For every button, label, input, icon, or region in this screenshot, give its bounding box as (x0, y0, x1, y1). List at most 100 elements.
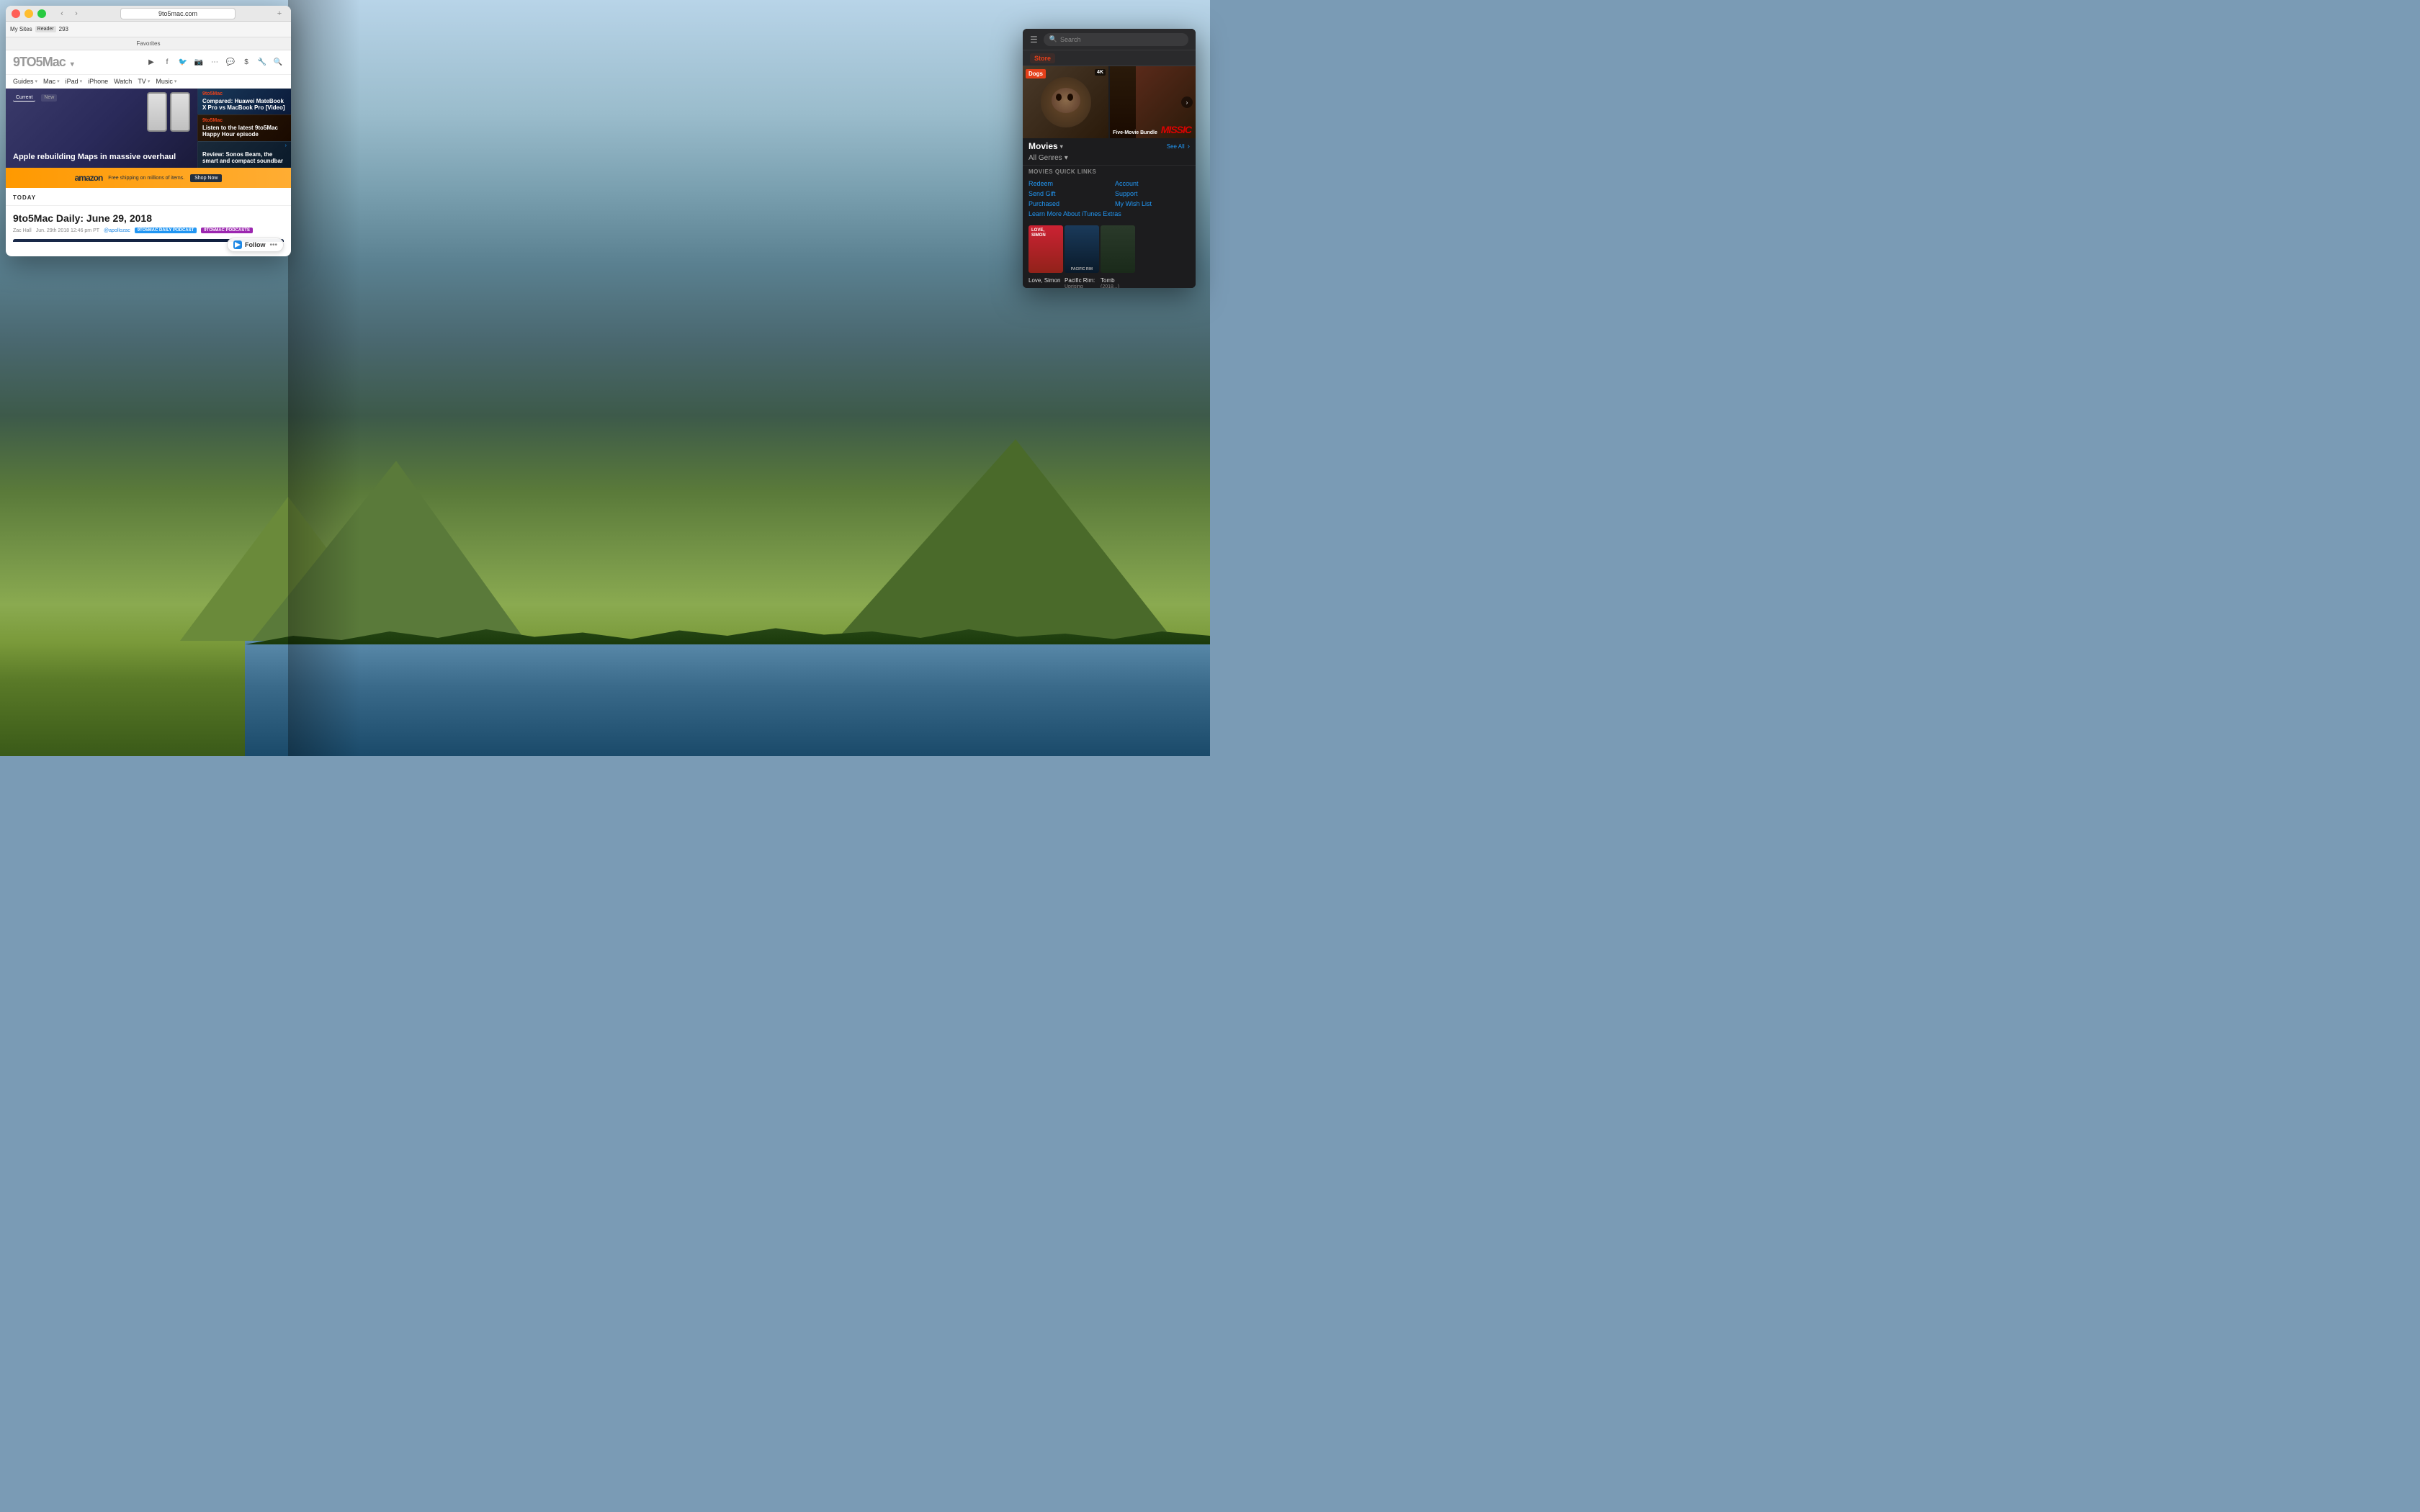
redeem-link[interactable]: Redeem (1028, 179, 1103, 188)
hero-main: Current New Apple rebuilding Maps in mas… (6, 89, 197, 168)
love-simon-info: Love, Simon (1028, 277, 1063, 288)
movie-card-love-simon[interactable]: LOVE,SIMON (1028, 225, 1063, 273)
hero-side-item-1[interactable]: 9to5Mac Compared: Huawei MateBook X Pro … (197, 89, 291, 114)
side-logo-2: 9to5Mac (202, 118, 287, 123)
movie-row-1: LOVE,SIMON PACIFIC RIM (1023, 222, 1196, 276)
logo-dropdown[interactable]: ▾ (71, 60, 73, 68)
send-gift-link[interactable]: Send Gift (1028, 189, 1103, 198)
hero-side-articles: 9to5Mac Compared: Huawei MateBook X Pro … (197, 89, 291, 168)
dog-eye-right (1067, 94, 1073, 101)
account-link[interactable]: Account (1115, 179, 1190, 188)
address-bar[interactable]: 9to5mac.com (120, 8, 236, 19)
follow-more-button[interactable]: ••• (269, 241, 277, 249)
side-scroll[interactable]: › (285, 143, 287, 148)
twitter-icon[interactable]: 🐦 (177, 57, 189, 68)
hero-side-item-2[interactable]: 9to5Mac Listen to the latest 9to5Mac Hap… (197, 114, 291, 141)
movie-titles-row-1: Love, Simon Pacific Rim: Uprising Tomb (… (1023, 276, 1196, 288)
see-all-arrow: › (1188, 143, 1190, 150)
forward-button[interactable]: › (71, 8, 82, 19)
article-title[interactable]: 9to5Mac Daily: June 29, 2018 (13, 212, 284, 225)
browser-window: ‹ › 9to5mac.com + My Sites Reader 293 Fa… (6, 6, 291, 256)
movies-label: Movies (1028, 141, 1058, 151)
store-tab[interactable]: Store (1023, 50, 1196, 66)
menu-icon[interactable]: ☰ (1030, 35, 1038, 45)
mission-movie-thumb[interactable]: MISSIC Five-Movie Bundle › (1110, 66, 1196, 138)
love-simon-text: LOVE,SIMON (1031, 228, 1046, 238)
hero-phones (147, 92, 190, 132)
instagram-icon[interactable]: 📷 (193, 57, 205, 68)
header-icons: ▶ f 🐦 📷 ⋯ 💬 $ 🔧 🔍 (145, 57, 284, 68)
dogs-movie-thumb[interactable]: Dogs 4K (1023, 66, 1108, 138)
mountain-shape (252, 461, 526, 641)
movie-card-pacific-rim[interactable]: PACIFIC RIM (1065, 225, 1099, 273)
purchased-link[interactable]: Purchased (1028, 199, 1103, 208)
follow-bar: Follow ••• (227, 238, 284, 252)
itunes-extras-link[interactable]: Learn More About iTunes Extras (1028, 210, 1190, 218)
badge-new[interactable]: New (41, 94, 57, 102)
my-wish-list-link[interactable]: My Wish List (1115, 199, 1190, 208)
logo-suffix: Mac (42, 55, 66, 69)
today-label: TODAY (13, 194, 36, 201)
more-icon[interactable]: ⋯ (209, 57, 220, 68)
facebook-icon[interactable]: f (161, 57, 173, 68)
hero-side-item-3[interactable]: Review: Sonos Beam, the smart and compac… (197, 141, 291, 168)
url-text: 9to5mac.com (158, 10, 197, 17)
support-link[interactable]: Support (1115, 189, 1190, 198)
follow-button[interactable]: Follow (245, 241, 266, 248)
reader-button[interactable]: Reader (35, 26, 56, 32)
nav-music[interactable]: Music ▾ (156, 78, 176, 85)
dog-figure (1041, 77, 1091, 127)
dog-eye-left (1056, 94, 1062, 101)
article-section: 9to5Mac Daily: June 29, 2018 Zac Hall Ju… (6, 206, 291, 242)
nav-mac[interactable]: Mac ▾ (43, 78, 60, 85)
nav-ipad[interactable]: iPad ▾ (66, 78, 83, 85)
add-tab-button[interactable]: + (274, 8, 285, 19)
mountain-background (180, 425, 1210, 641)
mission-title: MISSIC (1161, 124, 1191, 135)
comment-icon[interactable]: 💬 (225, 57, 236, 68)
phone-mockup-2 (170, 92, 190, 132)
nav-tv[interactable]: TV ▾ (138, 78, 150, 85)
article-twitter[interactable]: @apollozac (104, 228, 130, 233)
genres-section: All Genres ▾ (1023, 154, 1196, 165)
featured-movie-area: Dogs 4K (1023, 66, 1196, 138)
scroll-right-button[interactable]: › (1181, 96, 1193, 108)
today-bar: TODAY (6, 188, 291, 206)
address-bar-container: 9to5mac.com (86, 8, 269, 19)
movie-card-tomb[interactable] (1101, 225, 1135, 273)
amazon-ad: amazon Free shipping on millions of item… (6, 168, 291, 188)
follow-icon-shape (235, 242, 241, 248)
movies-dropdown[interactable]: Movies ▾ (1028, 141, 1063, 151)
badge-current[interactable]: Current (13, 94, 35, 102)
article-tag-podcasts[interactable]: 9TO5MAC PODCASTS (201, 228, 253, 233)
site-logo: 9TO5Mac ▾ (13, 55, 73, 70)
nav-guides[interactable]: Guides ▾ (13, 78, 37, 85)
my-sites-label: My Sites (10, 26, 32, 32)
search-icon: 🔍 (1049, 35, 1057, 43)
tools-icon[interactable]: 🔧 (256, 57, 268, 68)
minimize-button[interactable] (24, 9, 33, 18)
tomb-raider-year: (2018...) (1101, 284, 1135, 288)
site-content: 9TO5Mac ▾ ▶ f 🐦 📷 ⋯ 💬 $ 🔧 🔍 Guides ▾ (6, 50, 291, 242)
pacific-rim-info: Pacific Rim: Uprising (1065, 277, 1099, 288)
search-placeholder: Search (1060, 36, 1081, 43)
side-article-title-1: Compared: Huawei MateBook X Pro vs MacBo… (202, 98, 287, 112)
nav-watch[interactable]: Watch (114, 78, 132, 85)
youtube-icon[interactable]: ▶ (145, 57, 157, 68)
shop-now-button[interactable]: Shop Now (190, 174, 222, 182)
dog-face (1052, 88, 1080, 113)
close-button[interactable] (12, 9, 20, 18)
back-button[interactable]: ‹ (56, 8, 68, 19)
site-header: 9TO5Mac ▾ ▶ f 🐦 📷 ⋯ 💬 $ 🔧 🔍 (6, 50, 291, 75)
genres-dropdown[interactable]: All Genres ▾ (1028, 154, 1190, 162)
search-icon[interactable]: 🔍 (272, 57, 284, 68)
article-tag-daily[interactable]: 9TO5MAC DAILY PODCAST (135, 228, 197, 233)
favorites-label: Favorites (137, 40, 161, 47)
itunes-search-bar[interactable]: 🔍 Search (1044, 33, 1188, 46)
dollar-icon[interactable]: $ (241, 57, 252, 68)
see-all-button[interactable]: See All (1167, 143, 1185, 150)
maximize-button[interactable] (37, 9, 46, 18)
article-date: Jun. 29th 2018 12:46 pm PT (36, 228, 99, 233)
pacific-rim-subtitle: Uprising (1065, 284, 1099, 288)
nav-iphone[interactable]: iPhone (88, 78, 108, 85)
